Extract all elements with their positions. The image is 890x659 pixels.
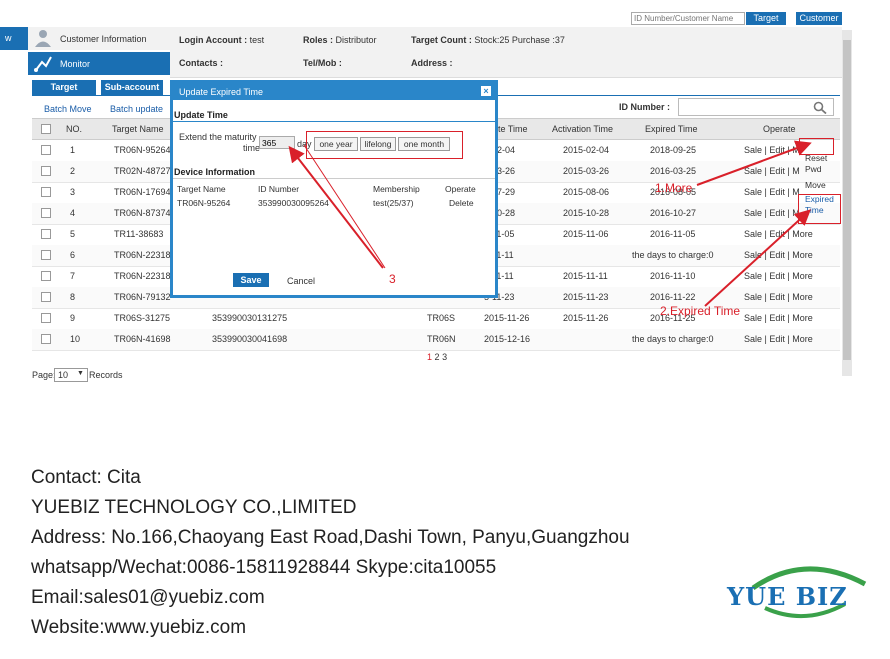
footer-email: Email:sales01@yuebiz.com <box>31 587 265 608</box>
annotation-3: 3 <box>389 272 396 286</box>
arrow-to-more <box>696 140 812 186</box>
yuebiz-logo: YUE BIZ <box>725 560 885 620</box>
footer-contact: Contact: Cita <box>31 467 141 488</box>
app-screenshot: Target Customer w Customer Information M… <box>0 0 852 426</box>
arrow-to-options-line <box>303 144 386 269</box>
arrow-to-options <box>288 145 384 269</box>
footer-company: YUEBIZ TECHNOLOGY CO.,LIMITED <box>31 497 357 518</box>
logo-text: YUE BIZ <box>727 582 848 611</box>
footer-address: Address: No.166,Chaoyang East Road,Dashi… <box>31 527 630 548</box>
annotation-2-expired-time: 2.Expired Time <box>660 304 741 318</box>
footer-whatsapp: whatsapp/Wechat:0086-15811928844 Skype:c… <box>31 557 497 578</box>
arrow-to-expired-time <box>704 209 811 307</box>
annotation-arrows <box>288 140 812 307</box>
footer-website: Website:www.yuebiz.com <box>31 617 247 638</box>
annotation-1-more: 1.More <box>655 181 693 195</box>
